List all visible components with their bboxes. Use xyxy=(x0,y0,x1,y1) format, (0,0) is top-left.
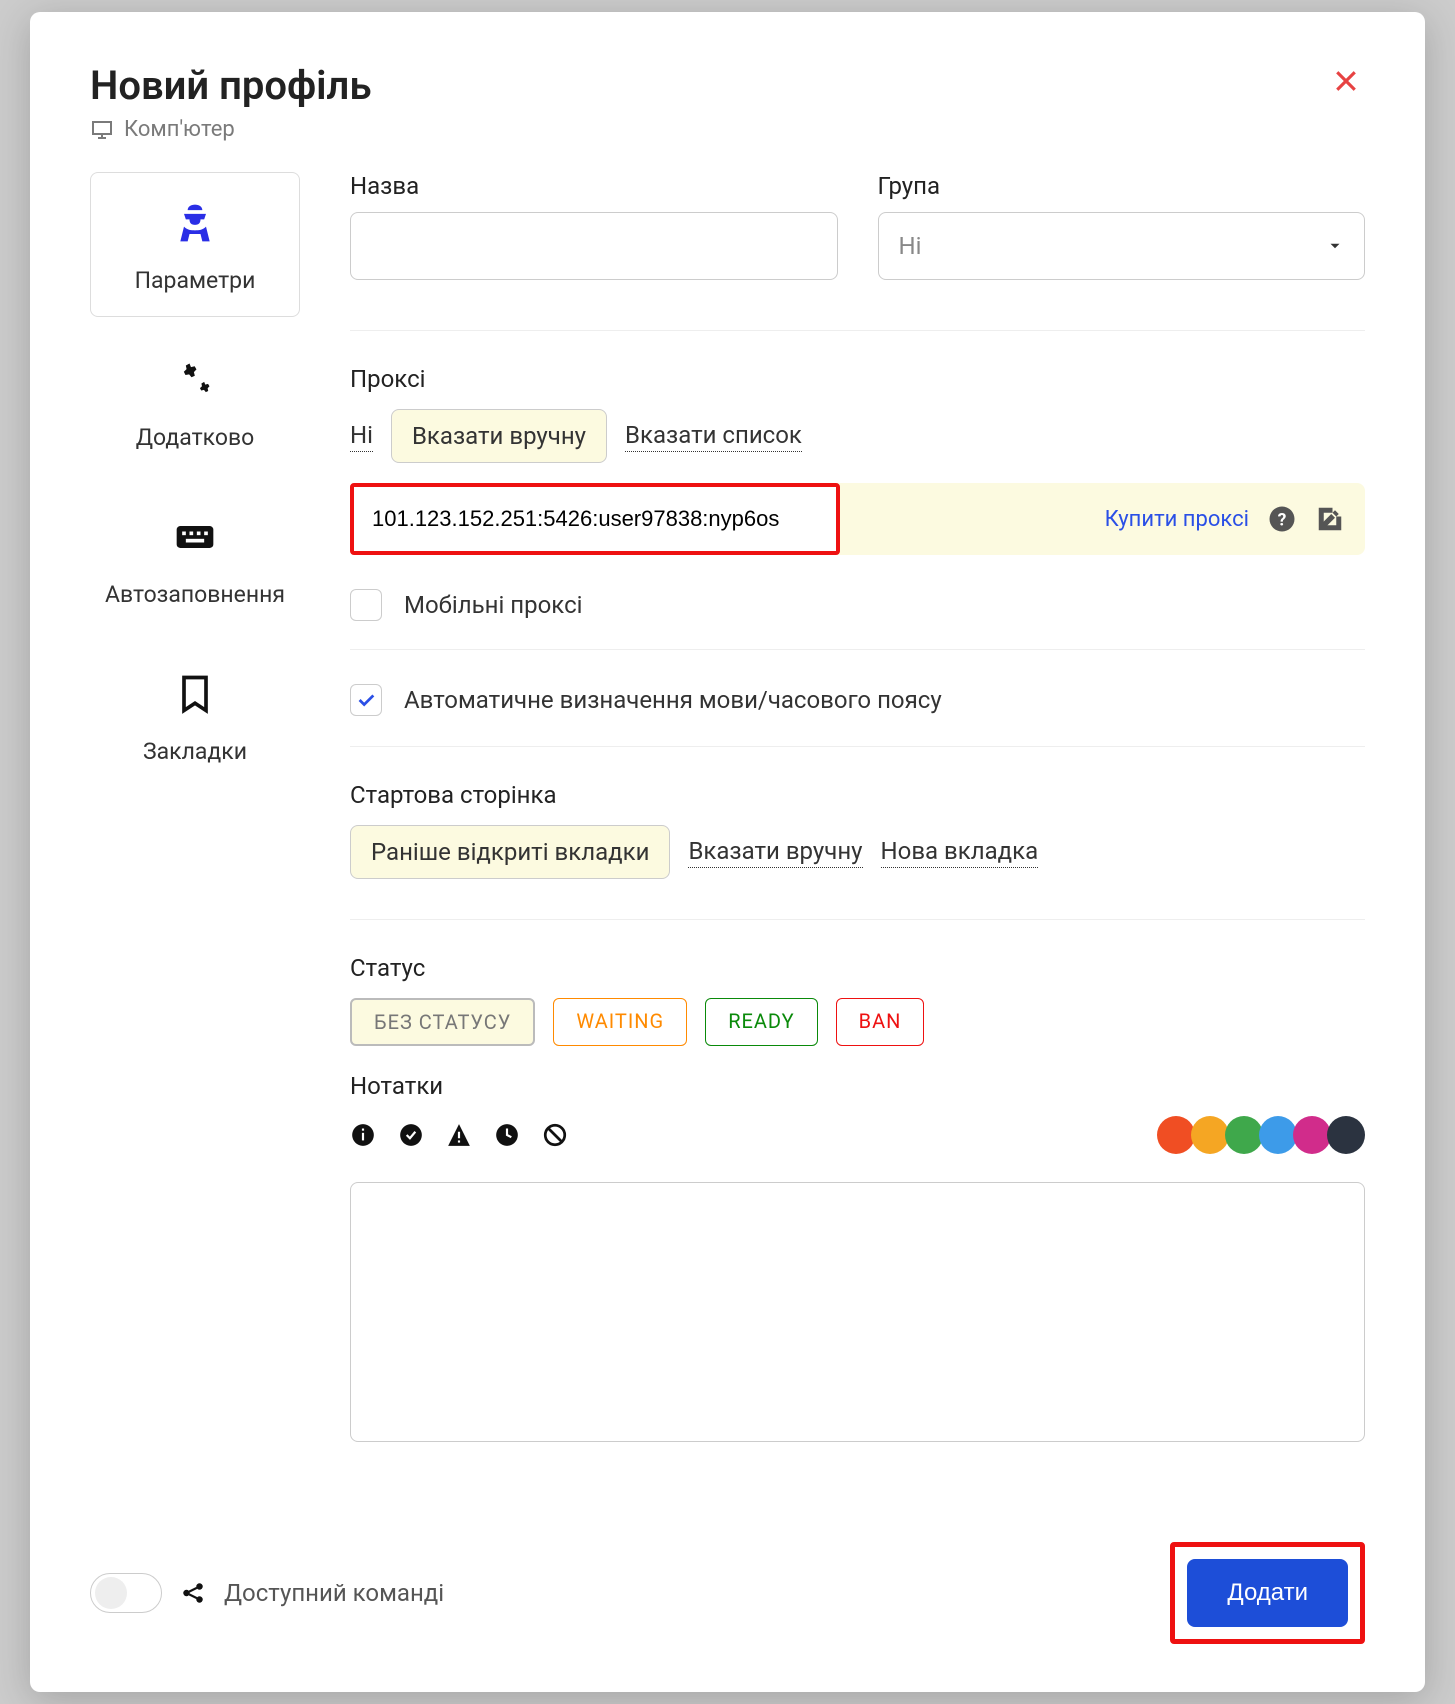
name-label: Назва xyxy=(350,172,838,200)
check-icon xyxy=(355,689,377,711)
group-selected: Ні xyxy=(899,232,922,260)
sidebar-item-label: Закладки xyxy=(143,738,247,765)
auto-locale-label: Автоматичне визначення мови/часового поя… xyxy=(404,686,942,714)
close-button[interactable] xyxy=(1327,62,1365,103)
startpage-tab-manual[interactable]: Вказати вручну xyxy=(688,837,862,868)
status-ban[interactable]: BAN xyxy=(836,998,925,1046)
proxy-input[interactable] xyxy=(372,506,818,532)
sidebar-item-label: Параметри xyxy=(135,267,256,294)
proxy-tab-list[interactable]: Вказати список xyxy=(625,421,802,452)
modal-footer: Доступний команді Додати xyxy=(30,1498,1425,1692)
color-orange[interactable] xyxy=(1191,1116,1229,1154)
proxy-tab-none[interactable]: Ні xyxy=(350,421,373,452)
startpage-tabs: Раніше відкриті вкладки Вказати вручну Н… xyxy=(350,825,1365,879)
modal-title: Новий профіль xyxy=(90,62,372,109)
sidebar-item-advanced[interactable]: Додатково xyxy=(90,329,300,474)
divider xyxy=(350,649,1365,650)
name-input[interactable] xyxy=(350,212,838,280)
color-blue[interactable] xyxy=(1259,1116,1297,1154)
sidebar-item-label: Додатково xyxy=(136,424,254,451)
help-icon[interactable]: ? xyxy=(1267,504,1297,534)
team-access-label: Доступний команді xyxy=(224,1579,444,1607)
svg-text:?: ? xyxy=(1278,510,1287,530)
close-icon xyxy=(1331,66,1361,96)
modal-header: Новий профіль Комп'ютер xyxy=(30,12,1425,152)
team-access-toggle[interactable] xyxy=(90,1573,162,1613)
startpage-label: Стартова сторінка xyxy=(350,781,1365,809)
monitor-icon xyxy=(90,118,114,142)
status-label: Статус xyxy=(350,954,1365,982)
share-icon xyxy=(180,1580,206,1606)
proxy-bar: Купити проксі ? xyxy=(350,483,1365,555)
color-magenta[interactable] xyxy=(1293,1116,1331,1154)
mobile-proxy-label: Мобільні проксі xyxy=(404,591,583,619)
main-panel: Назва Група Ні Проксі Ні Вказати вручну … xyxy=(350,172,1365,1498)
proxy-label: Проксі xyxy=(350,365,1365,393)
status-ready[interactable]: READY xyxy=(705,998,817,1046)
name-field: Назва xyxy=(350,172,838,280)
divider xyxy=(350,330,1365,331)
new-profile-modal: Новий профіль Комп'ютер Параметри Додатк… xyxy=(30,12,1425,1692)
edit-icon[interactable] xyxy=(1315,504,1345,534)
proxy-tabs: Ні Вказати вручну Вказати список xyxy=(350,409,1365,463)
divider xyxy=(350,919,1365,920)
color-swatches xyxy=(1161,1116,1365,1154)
startpage-tab-previous[interactable]: Раніше відкриті вкладки xyxy=(350,825,670,879)
bookmark-icon xyxy=(173,672,217,716)
add-button-highlight: Додати xyxy=(1170,1542,1365,1644)
status-waiting[interactable]: WAITING xyxy=(553,998,687,1046)
proxy-tab-manual[interactable]: Вказати вручну xyxy=(391,409,607,463)
notes-label: Нотатки xyxy=(350,1072,1365,1100)
color-green[interactable] xyxy=(1225,1116,1263,1154)
group-field: Група Ні xyxy=(878,172,1366,280)
chevron-down-icon xyxy=(1326,237,1344,255)
sidebar-item-bookmarks[interactable]: Закладки xyxy=(90,643,300,788)
sidebar-item-autofill[interactable]: Автозаповнення xyxy=(90,486,300,631)
check-circle-icon[interactable] xyxy=(398,1122,424,1148)
group-label: Група xyxy=(878,172,1366,200)
prohibit-icon[interactable] xyxy=(542,1122,568,1148)
note-icons xyxy=(350,1122,568,1148)
startpage-tab-newtab[interactable]: Нова вкладка xyxy=(881,837,1039,868)
notes-textarea[interactable] xyxy=(350,1182,1365,1442)
buy-proxy-link[interactable]: Купити проксі xyxy=(1105,507,1249,532)
group-select[interactable]: Ні xyxy=(878,212,1366,280)
device-label: Комп'ютер xyxy=(124,117,235,142)
sidebar-item-parameters[interactable]: Параметри xyxy=(90,172,300,317)
sidebar-item-label: Автозаповнення xyxy=(105,581,285,608)
clock-icon[interactable] xyxy=(494,1122,520,1148)
mobile-proxy-checkbox[interactable] xyxy=(350,589,382,621)
sidebar: Параметри Додатково Автозаповнення Закла… xyxy=(90,172,300,1498)
add-button[interactable]: Додати xyxy=(1187,1559,1348,1627)
info-icon[interactable] xyxy=(350,1122,376,1148)
warning-icon[interactable] xyxy=(446,1122,472,1148)
divider xyxy=(350,746,1365,747)
auto-locale-checkbox[interactable] xyxy=(350,684,382,716)
agent-icon xyxy=(173,201,217,245)
keyboard-icon xyxy=(173,515,217,559)
status-row: БЕЗ СТАТУСУ WAITING READY BAN xyxy=(350,998,1365,1046)
proxy-input-highlight xyxy=(350,483,840,555)
color-red[interactable] xyxy=(1157,1116,1195,1154)
gears-icon xyxy=(173,358,217,402)
status-none[interactable]: БЕЗ СТАТУСУ xyxy=(350,998,535,1046)
device-type: Комп'ютер xyxy=(90,117,372,142)
color-dark[interactable] xyxy=(1327,1116,1365,1154)
